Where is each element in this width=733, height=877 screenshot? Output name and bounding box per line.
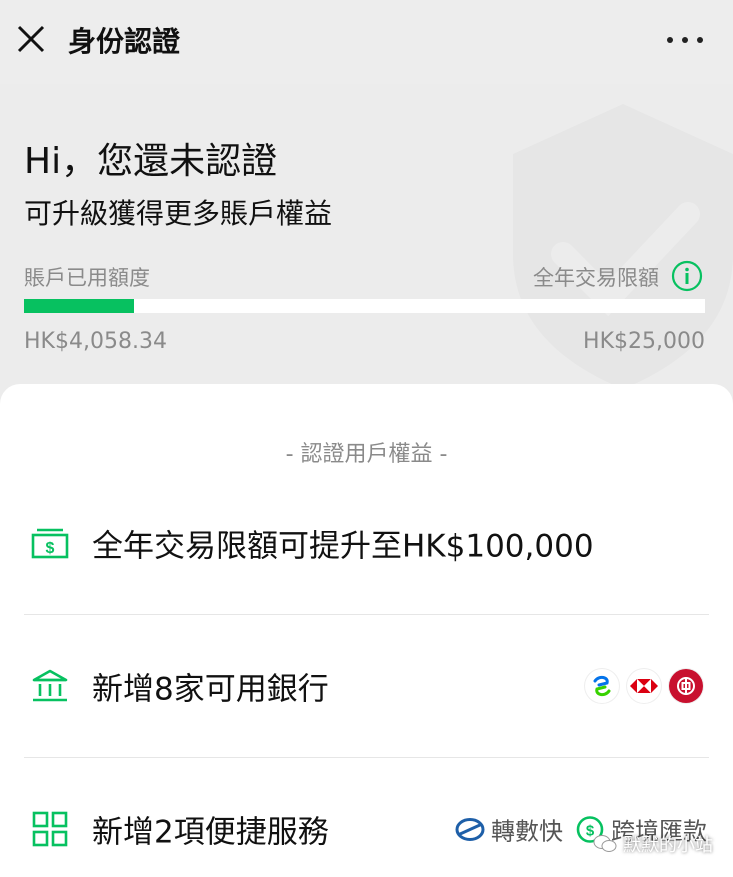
used-quota-label: 賬戶已用額度 xyxy=(24,266,150,290)
info-icon[interactable] xyxy=(671,260,703,292)
annual-limit-label: 全年交易限額 xyxy=(533,266,659,290)
benefit-row-banks[interactable]: 新增8家可用銀行 xyxy=(24,615,709,757)
bank-logos xyxy=(585,669,703,703)
hsbc-logo-icon xyxy=(627,669,661,703)
standard-chartered-logo-icon xyxy=(585,669,619,703)
money-icon: $ xyxy=(31,528,69,559)
wechat-logo-icon xyxy=(593,835,617,852)
watermark: 默默的小站 xyxy=(593,831,713,857)
more-dot xyxy=(682,37,688,43)
benefit-label: 新增8家可用銀行 xyxy=(92,671,329,708)
status-title: Hi，您還未認證 xyxy=(24,141,278,182)
limit-amount: HK$25,000 xyxy=(583,329,705,354)
verification-status-card: Hi，您還未認證 可升級獲得更多賬戶權益 賬戶已用額度 全年交易限額 HK$4,… xyxy=(0,84,733,404)
bank-icon xyxy=(32,669,68,702)
service-label: 轉數快 xyxy=(491,817,563,846)
service-fps: 轉數快 xyxy=(455,812,563,847)
benefits-panel: - 認證用戶權益 - $ 全年交易限額可提升至HK$100,000 新增8家可用… xyxy=(0,384,733,877)
status-subtitle: 可升級獲得更多賬戶權益 xyxy=(24,197,333,230)
more-dot xyxy=(697,37,703,43)
close-button[interactable] xyxy=(14,22,48,56)
benefit-label: 全年交易限額可提升至HK$100,000 xyxy=(92,528,594,565)
bank-of-china-logo-icon xyxy=(669,669,703,703)
svg-text:$: $ xyxy=(46,540,55,557)
benefit-row-services[interactable]: 新增2項便捷服務 轉數快 $ 跨境匯款 xyxy=(24,758,709,877)
close-icon xyxy=(17,25,45,53)
benefit-row-limit[interactable]: $ 全年交易限額可提升至HK$100,000 xyxy=(24,472,709,614)
fps-icon xyxy=(455,817,485,841)
quota-progress-bar xyxy=(24,299,705,313)
benefits-heading: - 認證用戶權益 - xyxy=(285,442,448,467)
used-amount: HK$4,058.34 xyxy=(24,329,167,354)
page-title: 身份認證 xyxy=(68,25,181,58)
quota-progress-fill xyxy=(24,299,135,313)
more-dot xyxy=(667,37,673,43)
more-options-button[interactable] xyxy=(667,34,703,46)
benefit-label: 新增2項便捷服務 xyxy=(92,814,329,851)
navigation-bar: 身份認證 xyxy=(0,0,733,84)
watermark-text: 默默的小站 xyxy=(623,835,713,856)
grid-icon xyxy=(32,811,68,847)
